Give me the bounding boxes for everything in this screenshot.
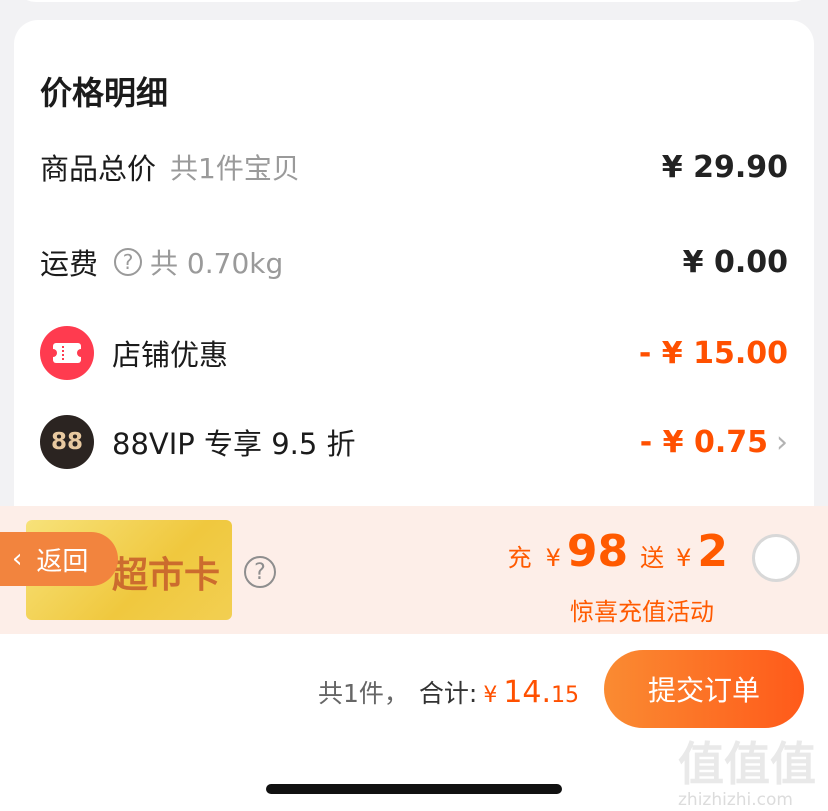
recharge-prefix: 充 [507, 544, 532, 572]
recharge-promo-banner: 超市卡 ? ‹ 返回 充 ¥ 98 送 ¥ 2 惊喜充值活动 [0, 506, 828, 634]
goods-total-label: 商品总价 [40, 152, 157, 186]
back-button[interactable]: ‹ 返回 [0, 532, 118, 586]
checkout-bar: 共1件， 合计: ¥ 14. 15 提交订单 值值值 zhizhizhi.com [0, 634, 828, 811]
vip-discount-row[interactable]: 88 88VIP 专享 9.5 折 - ¥ 0.75 › [40, 415, 788, 469]
total-yen: ¥ [483, 683, 498, 708]
goods-count: 共1件宝贝 [170, 152, 300, 185]
watermark-glyphs: 值值值 [678, 737, 816, 791]
recharge-amount: 98 [566, 526, 629, 577]
help-icon[interactable]: ? [244, 556, 276, 588]
watermark-logo: 值值值 zhizhizhi.com [678, 728, 824, 810]
activity-label: 惊喜充值活动 [570, 598, 714, 626]
bonus-yen: ¥ [676, 544, 692, 572]
bonus-amount: 2 [697, 526, 728, 577]
total-amount: 14. [503, 675, 552, 710]
shipping-weight: 共 0.70kg [150, 247, 284, 280]
total-label: 合计: [418, 679, 478, 708]
chevron-left-icon: ‹ [12, 544, 23, 574]
vip-88-icon: 88 [40, 415, 94, 469]
total-amount-decimal: 15 [551, 683, 580, 708]
shipping-label: 运费 [40, 247, 99, 281]
price-detail-title: 价格明细 [40, 74, 169, 112]
goods-total-row: 商品总价 共1件宝贝 ¥ 29.90 [40, 142, 788, 192]
submit-order-button[interactable]: 提交订单 [604, 650, 804, 728]
bonus-prefix: 送 [640, 544, 665, 572]
shop-discount-row: 店铺优惠 - ¥ 15.00 [40, 326, 788, 380]
supermarket-card-label: 超市卡 [112, 555, 221, 596]
recharge-select-radio[interactable] [752, 534, 800, 582]
shop-discount-value: - ¥ 15.00 [638, 335, 788, 371]
shipping-value: ¥ 0.00 [682, 244, 788, 280]
back-label: 返回 [36, 546, 89, 577]
vip-discount-label: 88VIP 专享 9.5 折 [112, 427, 356, 461]
help-icon[interactable]: ? [114, 248, 143, 276]
shipping-row: 运费 ? 共 0.70kg ¥ 0.00 [40, 237, 788, 287]
item-count: 共1件， [318, 679, 409, 708]
recharge-offer: 充 ¥ 98 送 ¥ 2 [508, 526, 728, 577]
previous-card [14, 0, 814, 2]
vip-discount-value: - ¥ 0.75 [639, 424, 768, 460]
coupon-icon [40, 326, 94, 380]
chevron-right-icon: › [776, 424, 788, 460]
order-summary: 共1件， 合计: ¥ 14. 15 [318, 674, 579, 710]
recharge-yen: ¥ [545, 544, 561, 572]
goods-total-value: ¥ 29.90 [661, 149, 788, 185]
home-indicator [266, 784, 562, 794]
shop-discount-label: 店铺优惠 [112, 338, 229, 372]
